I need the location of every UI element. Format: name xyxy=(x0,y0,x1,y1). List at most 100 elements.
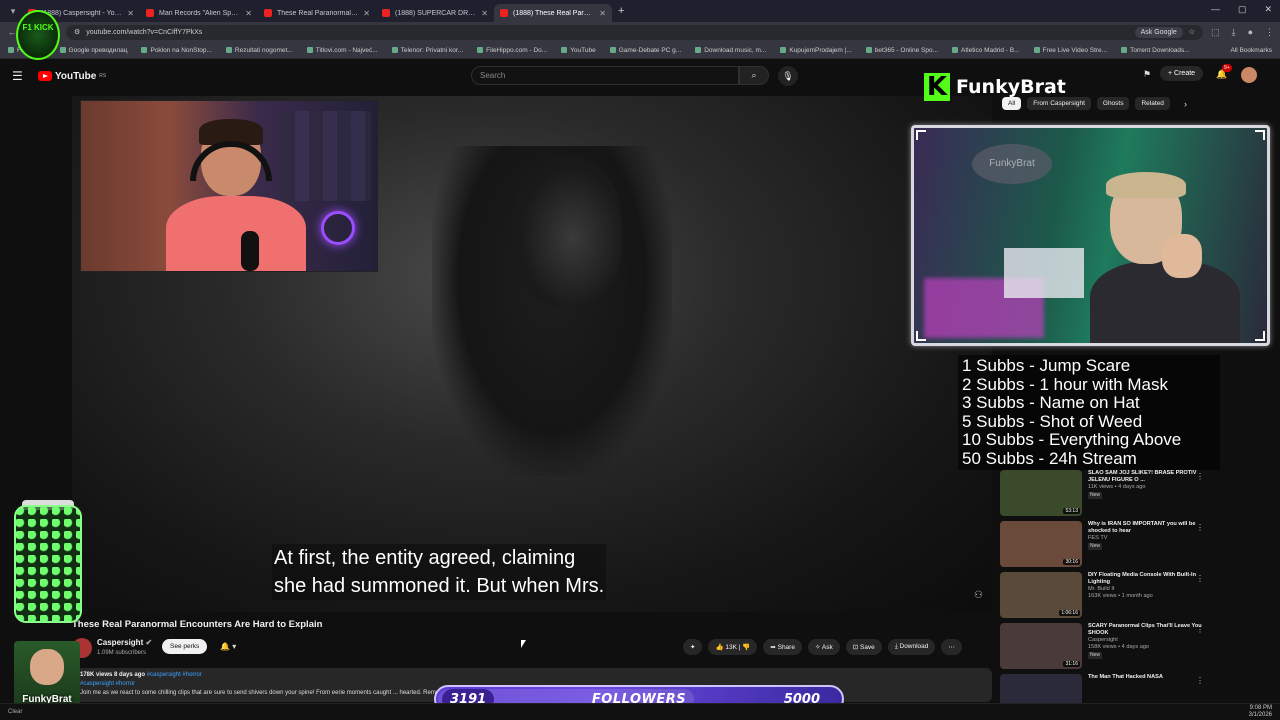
maximize-icon[interactable]: ▢ xyxy=(1238,4,1247,15)
browser-tab[interactable]: Man Records "Alien Sphere" Le ✕ xyxy=(140,4,258,22)
recommended-video[interactable]: 31:16 SCARY Paranormal Clips That'll Leav… xyxy=(1000,623,1210,674)
ai-icon[interactable]: ✦ xyxy=(683,639,703,655)
ask-google-button[interactable]: Ask Google xyxy=(1134,26,1183,38)
browser-menu-icon[interactable]: ⋮ xyxy=(1265,27,1274,38)
dislike-button[interactable]: 👎 xyxy=(742,644,750,651)
browser-tab[interactable]: These Real Paranormal Encoun ✕ xyxy=(258,4,376,22)
download-icon[interactable]: ⤓ xyxy=(1232,27,1236,38)
kick-logo-icon: K xyxy=(924,73,950,101)
filter-chip[interactable]: Related xyxy=(1135,97,1170,110)
bookmark-label: bet365 - Online Spo... xyxy=(874,46,938,54)
close-window-icon[interactable]: ✕ xyxy=(1264,4,1272,15)
mouse-cursor xyxy=(521,640,526,648)
sparkle-icon: ✧ xyxy=(814,644,821,651)
bookmark-item[interactable]: Atletico Madrid - B... xyxy=(952,47,1020,54)
description-tags-top[interactable]: #caspersight #horror xyxy=(147,672,202,678)
close-tab-icon[interactable]: ✕ xyxy=(245,9,252,18)
chevron-right-icon[interactable]: › xyxy=(1184,99,1187,109)
bookmark-favicon-icon xyxy=(225,47,232,53)
voice-search-button[interactable]: 🎙 xyxy=(778,66,798,86)
account-avatar[interactable] xyxy=(1241,67,1257,83)
weather-status[interactable]: Clear xyxy=(8,709,22,715)
search-button[interactable]: ⌕ xyxy=(739,66,769,85)
close-tab-icon[interactable]: ✕ xyxy=(481,9,488,18)
search-input[interactable]: Search xyxy=(471,66,739,85)
bookmark-item[interactable]: Rezultati nogomet... xyxy=(225,46,293,54)
subscription-bell-button[interactable]: 🔔 ▾ xyxy=(214,639,242,654)
download-button[interactable]: ⤓ Download xyxy=(887,639,936,655)
url-field[interactable]: ⚙ youtube.com/watch?v=CnCiffY7PkXs Ask G… xyxy=(66,24,1204,40)
bookmark-item[interactable]: Google преводилац xyxy=(59,47,127,54)
tab-title: These Real Paranormal Encoun xyxy=(277,9,358,17)
bookmark-item[interactable]: bet365 - Online Spo... xyxy=(865,46,938,54)
bookmark-item[interactable]: Free Live Video Stre... xyxy=(1033,47,1107,54)
thumbs-up-icon: 👍 xyxy=(715,644,724,651)
more-options-icon[interactable]: ⋮ xyxy=(1196,574,1204,583)
site-info-icon[interactable]: ⚙ xyxy=(74,28,80,36)
create-button[interactable]: + Create xyxy=(1160,66,1204,81)
ask-button[interactable]: ✧ Ask xyxy=(807,639,840,655)
recommended-video[interactable]: 1:06:16 DIY Floating Media Console With B… xyxy=(1000,572,1210,623)
close-tab-icon[interactable]: ✕ xyxy=(127,9,134,18)
youtube-header: ☰ YouTube RS Search ⌕ 🎙 ⚑ + Create 🔔 9+ xyxy=(0,60,1280,92)
like-count: 13K xyxy=(725,644,737,651)
subs-goal-item: 50 Subbs - 24h Stream xyxy=(962,448,1137,468)
cast-icon[interactable]: ⚑ xyxy=(1143,69,1151,80)
more-actions-button[interactable]: ⋯ xyxy=(941,639,962,655)
menu-icon[interactable]: ☰ xyxy=(12,69,32,83)
verified-icon: ✔ xyxy=(145,638,153,647)
video-duration: 30:16 xyxy=(1063,559,1080,565)
extensions-icon[interactable]: ⬚ xyxy=(1211,27,1220,38)
bookmark-item[interactable]: Titlovi.com - Najveć... xyxy=(306,46,378,54)
subs-goal-item: 5 Subbs - Shot of Weed xyxy=(962,411,1143,431)
browser-tab[interactable]: (1888) SUPERCAR DRIVER PAR ✕ xyxy=(376,4,494,22)
tab-search-icon[interactable]: ▾ xyxy=(4,3,22,19)
bookmark-star-icon[interactable]: ☆ xyxy=(1189,28,1195,36)
youtube-play-icon xyxy=(38,71,52,81)
video-thumbnail[interactable]: 1:06:16 xyxy=(1000,572,1082,618)
more-options-icon[interactable]: ⋮ xyxy=(1196,676,1204,685)
save-button[interactable]: ⊡ Save xyxy=(845,639,882,655)
new-badge: New xyxy=(1088,492,1103,499)
channel-name[interactable]: Caspersight ✔ xyxy=(97,638,152,647)
video-thumbnail[interactable]: 31:16 xyxy=(1000,623,1082,669)
video-thumbnail[interactable]: 53:13 xyxy=(1000,470,1082,516)
bookmark-item[interactable]: Torrent Downloads... xyxy=(1121,47,1190,54)
youtube-favicon-icon xyxy=(500,9,508,17)
more-options-icon[interactable]: ⋮ xyxy=(1196,625,1204,634)
youtube-logo[interactable]: YouTube RS xyxy=(38,71,106,82)
recommended-video[interactable]: 53:13 SLAO SAM JOJ SLIKE?! BRASE PROTIV J… xyxy=(1000,470,1210,521)
more-options-icon[interactable]: ⋮ xyxy=(1196,523,1204,532)
minimize-icon[interactable]: — xyxy=(1211,4,1220,15)
bookmark-label: Rezultati nogomet... xyxy=(234,46,293,54)
browser-tab[interactable]: (1888) These Real Paranorm ✕ xyxy=(494,4,612,22)
bookmark-label: Titlovi.com - Najveć... xyxy=(315,46,378,54)
reactor-person xyxy=(166,119,306,271)
bookmark-item[interactable]: YouTube xyxy=(561,47,596,54)
close-tab-icon[interactable]: ✕ xyxy=(599,9,606,18)
bookmark-icon: ⊡ xyxy=(852,644,859,651)
more-options-icon[interactable]: ⋮ xyxy=(1196,472,1204,481)
video-title: These Real Paranormal Encounters Are Har… xyxy=(72,619,323,630)
bookmark-item[interactable]: Game-Debate PC g... xyxy=(609,47,681,54)
miniplayer-icon[interactable]: ⚇ xyxy=(974,590,983,601)
close-tab-icon[interactable]: ✕ xyxy=(363,9,370,18)
video-thumbnail[interactable]: 30:16 xyxy=(1000,521,1082,567)
filter-chip[interactable]: Ghosts xyxy=(1096,97,1130,110)
see-perks-button[interactable]: See perks xyxy=(162,639,208,654)
new-tab-button[interactable]: + xyxy=(612,5,630,17)
bookmark-item[interactable]: Download music, m... xyxy=(695,47,766,54)
browser-tab-bar: ▾ (1888) Caspersight - YouTube✕Man Recor… xyxy=(0,0,1280,22)
like-button[interactable]: 👍 13K | 👎 xyxy=(708,639,758,655)
bookmark-item[interactable]: Poklon na NonStop... xyxy=(141,47,212,54)
bookmark-item[interactable]: FileHippo.com - Do... xyxy=(477,47,547,54)
profile-icon[interactable]: ● xyxy=(1248,27,1253,38)
all-bookmarks[interactable]: All Bookmarks xyxy=(1230,47,1272,54)
bookmark-item[interactable]: KupujemProdajem |... xyxy=(780,47,852,54)
bookmark-item[interactable]: Telenor: Privatni kor... xyxy=(391,47,463,54)
recommended-video[interactable]: 30:16 Why is IRAN SO IMPORTANT you will b… xyxy=(1000,521,1210,572)
subscriber-count: 1.09M subscribers xyxy=(97,650,147,656)
recommended-title: The Man That Hacked NASA xyxy=(1088,674,1163,680)
share-button[interactable]: ➦ Share xyxy=(763,639,802,655)
system-clock[interactable]: 9:08 PM 3/1/2026 xyxy=(1249,705,1272,719)
